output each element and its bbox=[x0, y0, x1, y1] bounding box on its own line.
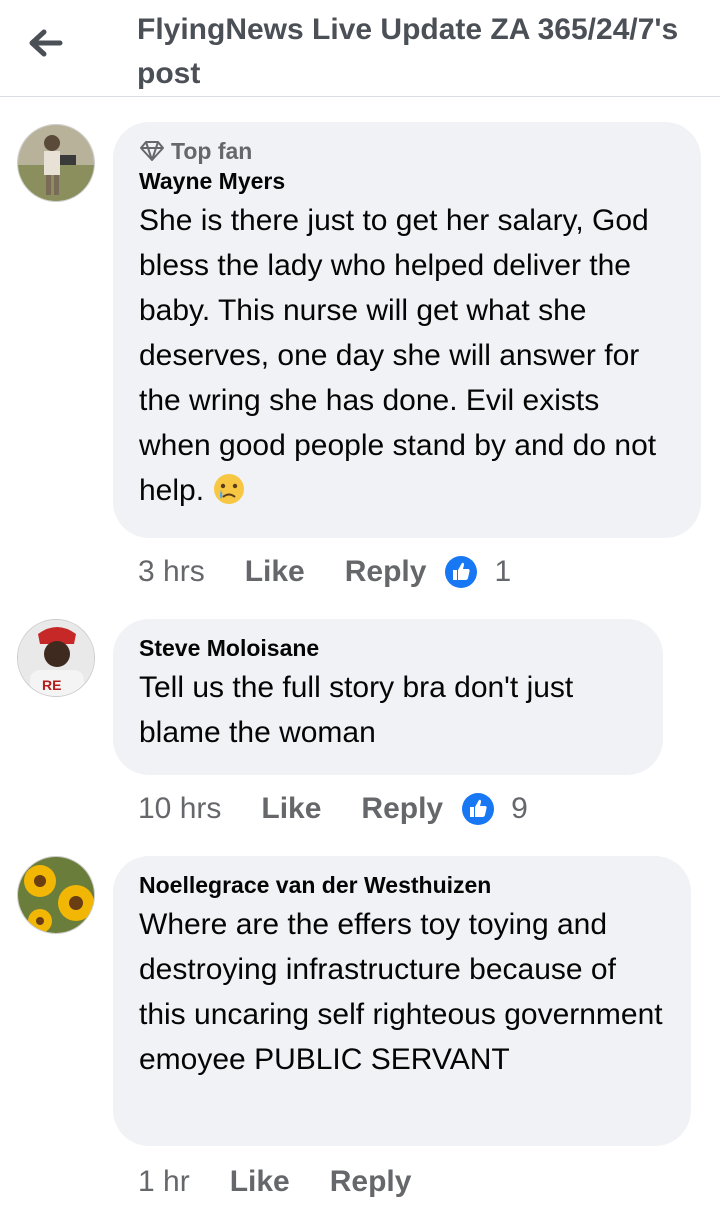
comment-actions: 1 hr Like Reply bbox=[138, 1162, 411, 1202]
like-button[interactable]: Like bbox=[261, 792, 321, 826]
back-button[interactable] bbox=[22, 24, 68, 62]
like-button[interactable]: Like bbox=[245, 555, 305, 589]
reply-button[interactable]: Reply bbox=[345, 555, 427, 589]
page-title: FlyingNews Live Update ZA 365/24/7's pos… bbox=[137, 13, 679, 90]
like-button[interactable]: Like bbox=[230, 1165, 290, 1199]
comment-time[interactable]: 10 hrs bbox=[138, 792, 221, 826]
svg-text:RE: RE bbox=[42, 677, 61, 693]
reply-button[interactable]: Reply bbox=[330, 1165, 412, 1199]
thumbs-up-icon bbox=[462, 793, 495, 825]
comment-bubble: Steve Moloisane Tell us the full story b… bbox=[113, 619, 663, 775]
badge-label: Top fan bbox=[171, 138, 253, 164]
comment-author[interactable]: Noellegrace van der Westhuizen bbox=[139, 870, 665, 900]
top-bar: FlyingNews Live Update ZA 365/24/7's pos… bbox=[0, 0, 720, 97]
comment-author[interactable]: Wayne Myers bbox=[139, 166, 675, 196]
comment-body: Where are the effers toy toying and dest… bbox=[139, 908, 663, 1076]
reaction-count: 9 bbox=[511, 792, 528, 825]
reaction-count: 1 bbox=[494, 555, 512, 588]
comment-body: She is there just to get her salary, God… bbox=[139, 204, 657, 507]
reply-button[interactable]: Reply bbox=[361, 792, 443, 826]
reaction-summary[interactable]: 1 bbox=[444, 555, 511, 589]
thumbs-up-icon bbox=[445, 556, 478, 588]
avatar[interactable] bbox=[17, 124, 95, 202]
top-fan-badge: Top fan bbox=[139, 136, 675, 166]
crying-face-icon bbox=[212, 472, 246, 519]
comment-text: She is there just to get her salary, God… bbox=[139, 198, 675, 519]
comment-body: Tell us the full story bra don't just bl… bbox=[139, 671, 574, 749]
back-arrow-icon bbox=[29, 29, 63, 57]
comment-actions: 10 hrs Like Reply 9 bbox=[138, 789, 528, 829]
avatar[interactable] bbox=[17, 856, 95, 934]
reaction-summary[interactable]: 9 bbox=[461, 792, 528, 826]
comment-actions: 3 hrs Like Reply 1 bbox=[138, 552, 511, 592]
comment-bubble: Top fan Wayne Myers She is there just to… bbox=[113, 122, 701, 538]
avatar[interactable]: RE bbox=[17, 619, 95, 697]
comment-author[interactable]: Steve Moloisane bbox=[139, 633, 637, 663]
diamond-icon bbox=[140, 141, 164, 161]
comment-bubble: Noellegrace van der Westhuizen Where are… bbox=[113, 856, 691, 1146]
comment-time[interactable]: 3 hrs bbox=[138, 555, 205, 589]
comment-time[interactable]: 1 hr bbox=[138, 1165, 190, 1199]
